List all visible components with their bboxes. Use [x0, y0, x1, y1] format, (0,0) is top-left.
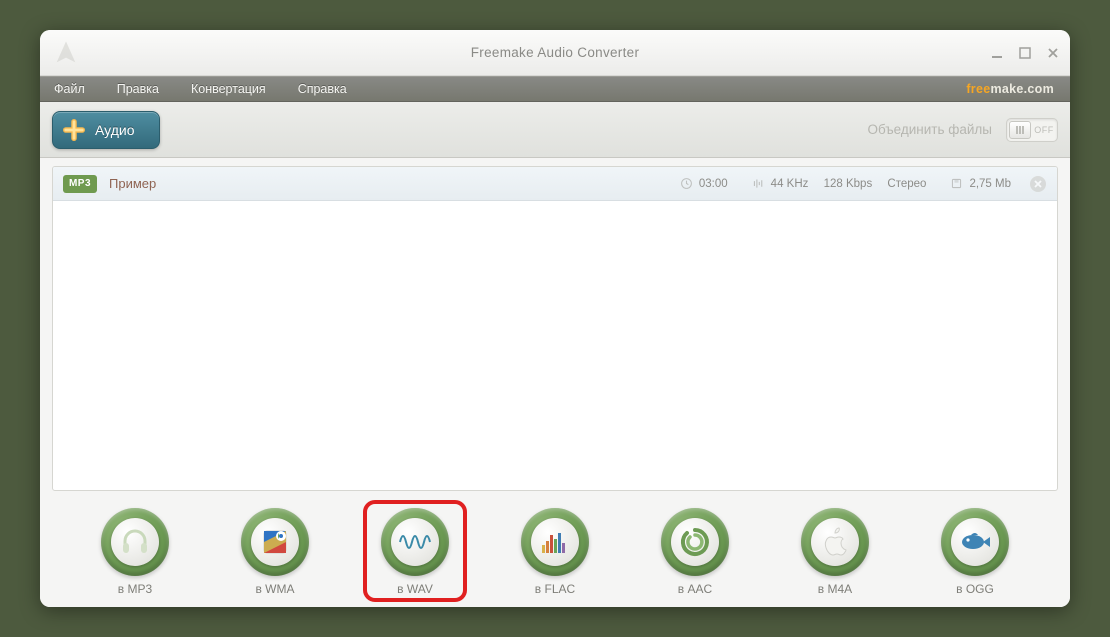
format-bar: в MP3 в WMA в WAV — [40, 495, 1070, 607]
menu-help[interactable]: Справка — [298, 82, 347, 96]
remove-file-button[interactable] — [1029, 175, 1047, 193]
clock-icon — [680, 177, 693, 190]
format-ogg-label: в OGG — [956, 582, 994, 596]
brand-link[interactable]: freemake.com — [966, 82, 1054, 96]
menu-bar: Файл Правка Конвертация Справка freemake… — [40, 76, 1070, 102]
add-audio-label: Аудио — [95, 122, 135, 138]
apple-icon — [819, 526, 851, 558]
swirl-icon — [677, 524, 713, 560]
bars-icon — [538, 525, 572, 559]
window-controls — [990, 30, 1060, 75]
format-ogg-button[interactable]: в OGG — [925, 502, 1025, 600]
format-m4a-button[interactable]: в M4A — [785, 502, 885, 600]
menu-convert[interactable]: Конвертация — [191, 82, 266, 96]
format-m4a-label: в M4A — [818, 582, 852, 596]
menu-file[interactable]: Файл — [54, 82, 85, 96]
window-title: Freemake Audio Converter — [40, 45, 1070, 60]
app-window: Freemake Audio Converter Файл Правка Кон… — [40, 30, 1070, 607]
wma-flag-icon — [257, 524, 293, 560]
file-row[interactable]: MP3 Пример 03:00 44 KHz 128 Kbps Стерео … — [53, 167, 1057, 201]
format-mp3-button[interactable]: в MP3 — [85, 502, 185, 600]
file-size: 2,75 Mb — [950, 177, 1011, 190]
format-wma-button[interactable]: в WMA — [225, 502, 325, 600]
maximize-button[interactable] — [1018, 46, 1032, 60]
plus-icon — [63, 119, 85, 141]
format-wma-label: в WMA — [255, 582, 294, 596]
format-flac-label: в FLAC — [535, 582, 575, 596]
file-list: MP3 Пример 03:00 44 KHz 128 Kbps Стерео … — [52, 166, 1058, 491]
format-wav-label: в WAV — [397, 582, 433, 596]
format-wav-button[interactable]: в WAV — [365, 502, 465, 600]
waveform-icon — [397, 524, 433, 560]
title-bar: Freemake Audio Converter — [40, 30, 1070, 76]
menu-edit[interactable]: Правка — [117, 82, 159, 96]
toggle-state-label: OFF — [1031, 125, 1057, 135]
format-badge: MP3 — [63, 175, 97, 193]
headphones-icon — [118, 525, 152, 559]
fish-icon — [957, 524, 993, 560]
file-audio-params: 44 KHz 128 Kbps Стерео — [752, 177, 927, 190]
disk-icon — [950, 177, 963, 190]
toolbar: Аудио Объединить файлы OFF — [40, 102, 1070, 158]
equalizer-icon — [752, 177, 765, 190]
minimize-button[interactable] — [990, 46, 1004, 60]
format-aac-button[interactable]: в AAC — [645, 502, 745, 600]
add-audio-button[interactable]: Аудио — [52, 111, 160, 149]
merge-files-label: Объединить файлы — [867, 122, 992, 137]
toggle-grip-icon — [1009, 121, 1031, 139]
file-duration: 03:00 — [680, 177, 728, 190]
file-name: Пример — [109, 176, 156, 191]
close-button[interactable] — [1046, 46, 1060, 60]
format-mp3-label: в MP3 — [118, 582, 152, 596]
merge-files-toggle[interactable]: OFF — [1006, 118, 1058, 142]
format-flac-button[interactable]: в FLAC — [505, 502, 605, 600]
format-aac-label: в AAC — [678, 582, 712, 596]
